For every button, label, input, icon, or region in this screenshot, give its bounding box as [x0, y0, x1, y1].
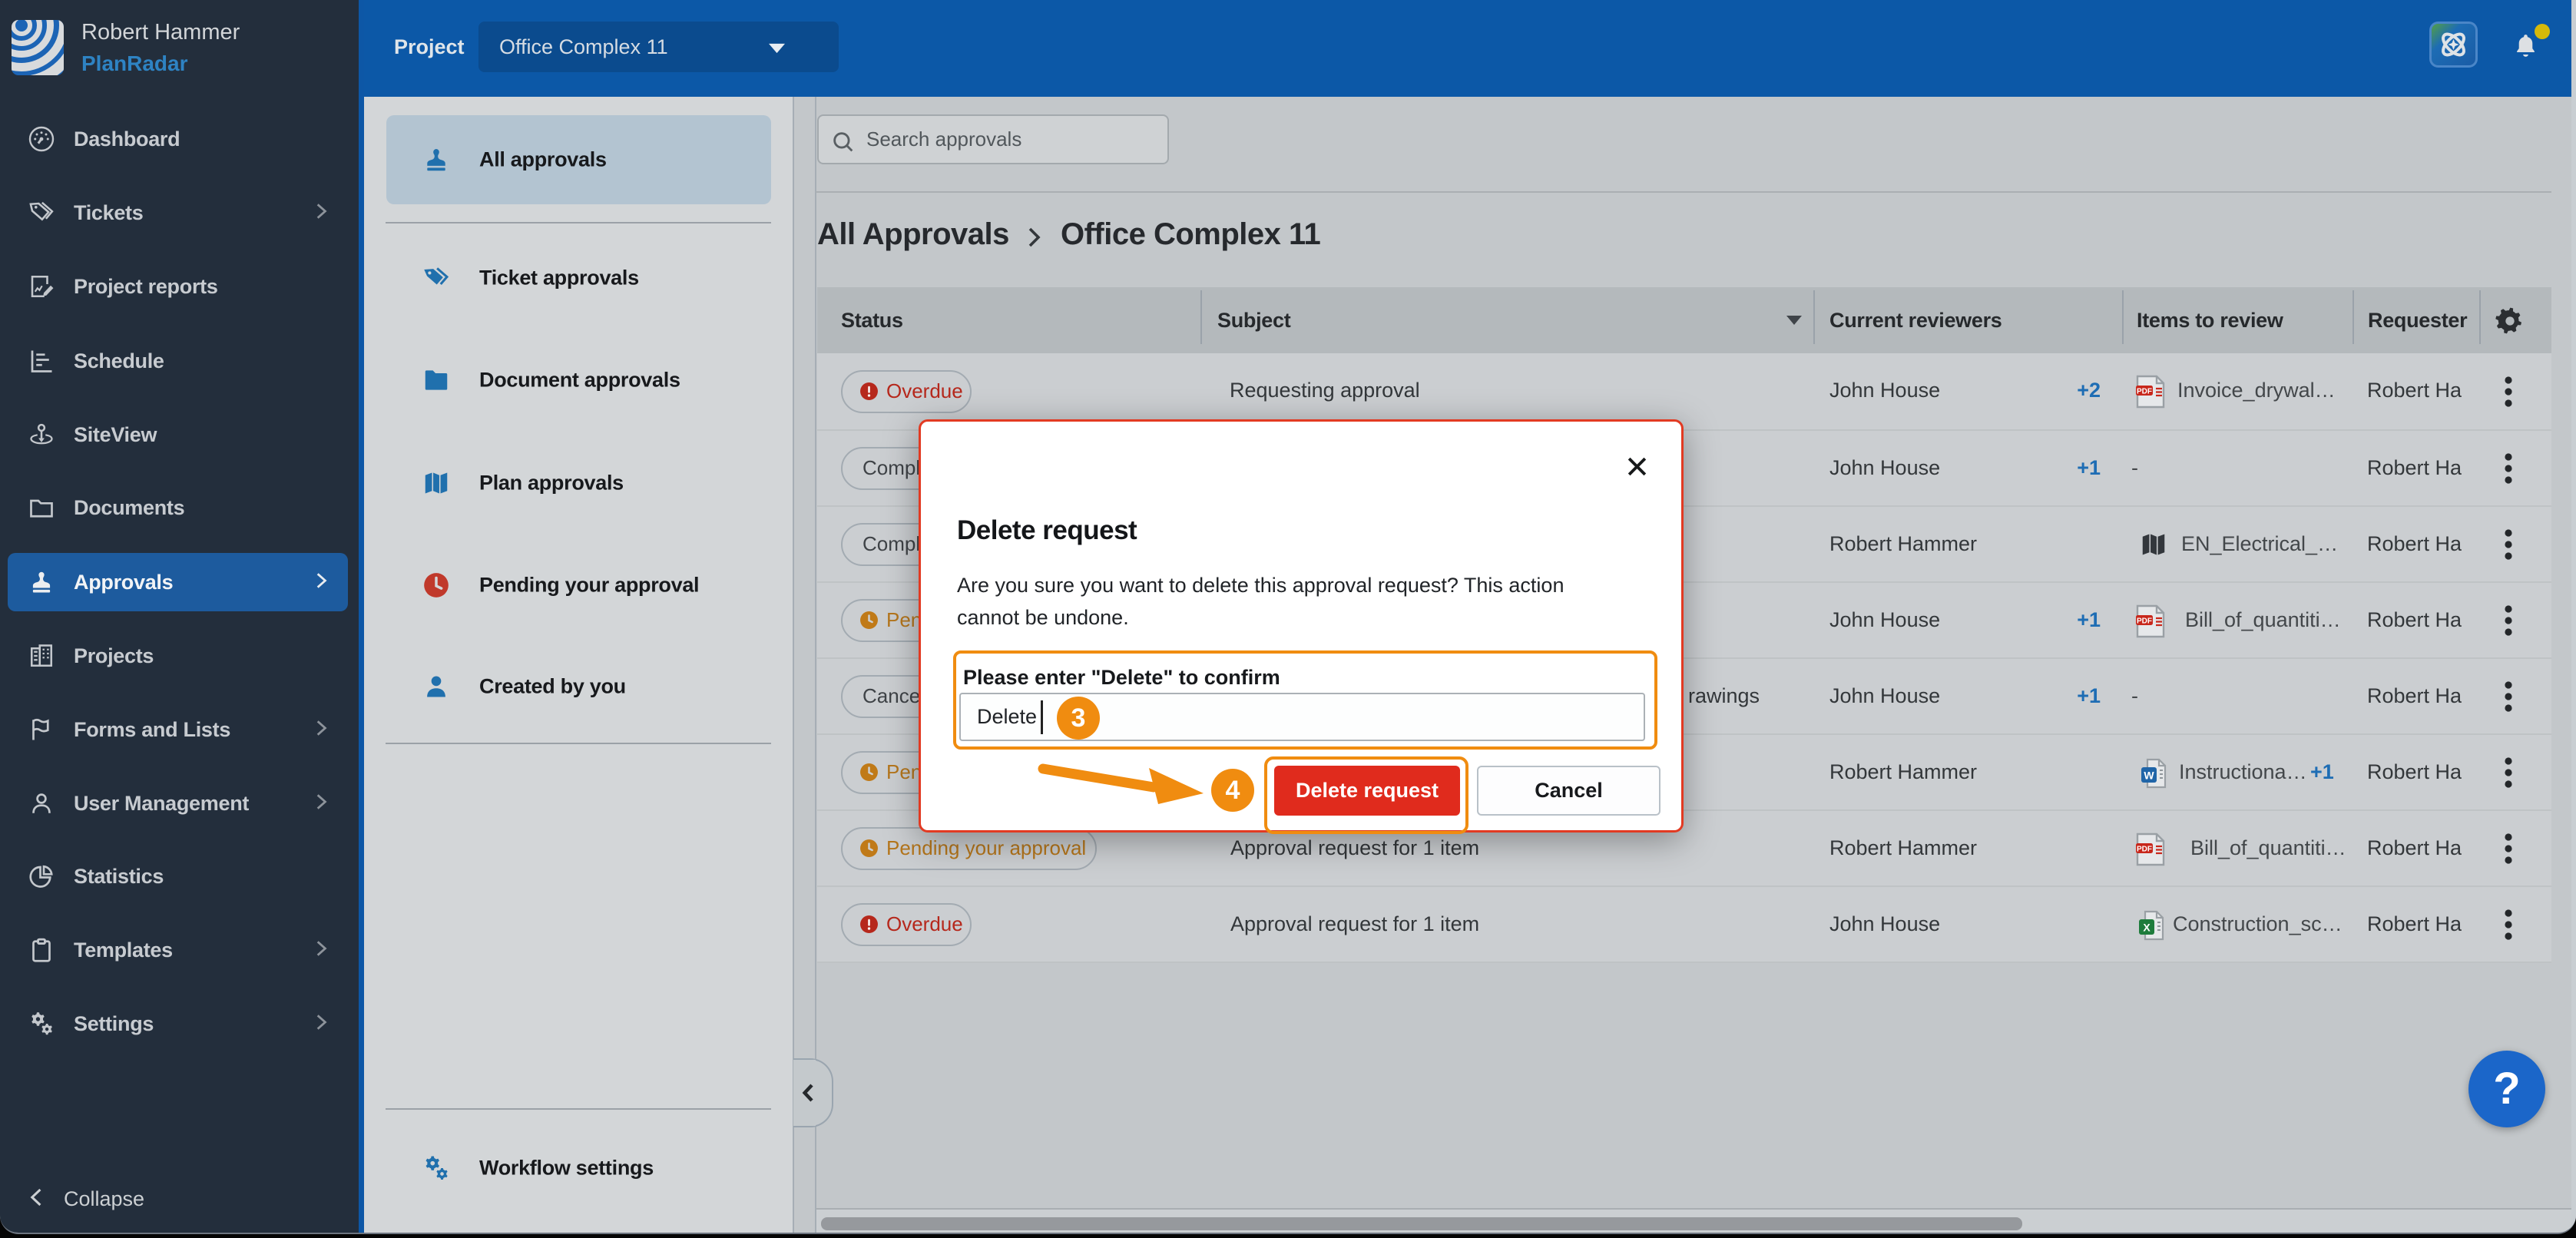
- svg-text:PDF: PDF: [2137, 617, 2152, 625]
- svg-text:PDF: PDF: [2137, 845, 2152, 853]
- svg-text:PDF: PDF: [2137, 387, 2152, 396]
- svg-text:X: X: [2143, 922, 2151, 934]
- svg-text:W: W: [2144, 770, 2154, 782]
